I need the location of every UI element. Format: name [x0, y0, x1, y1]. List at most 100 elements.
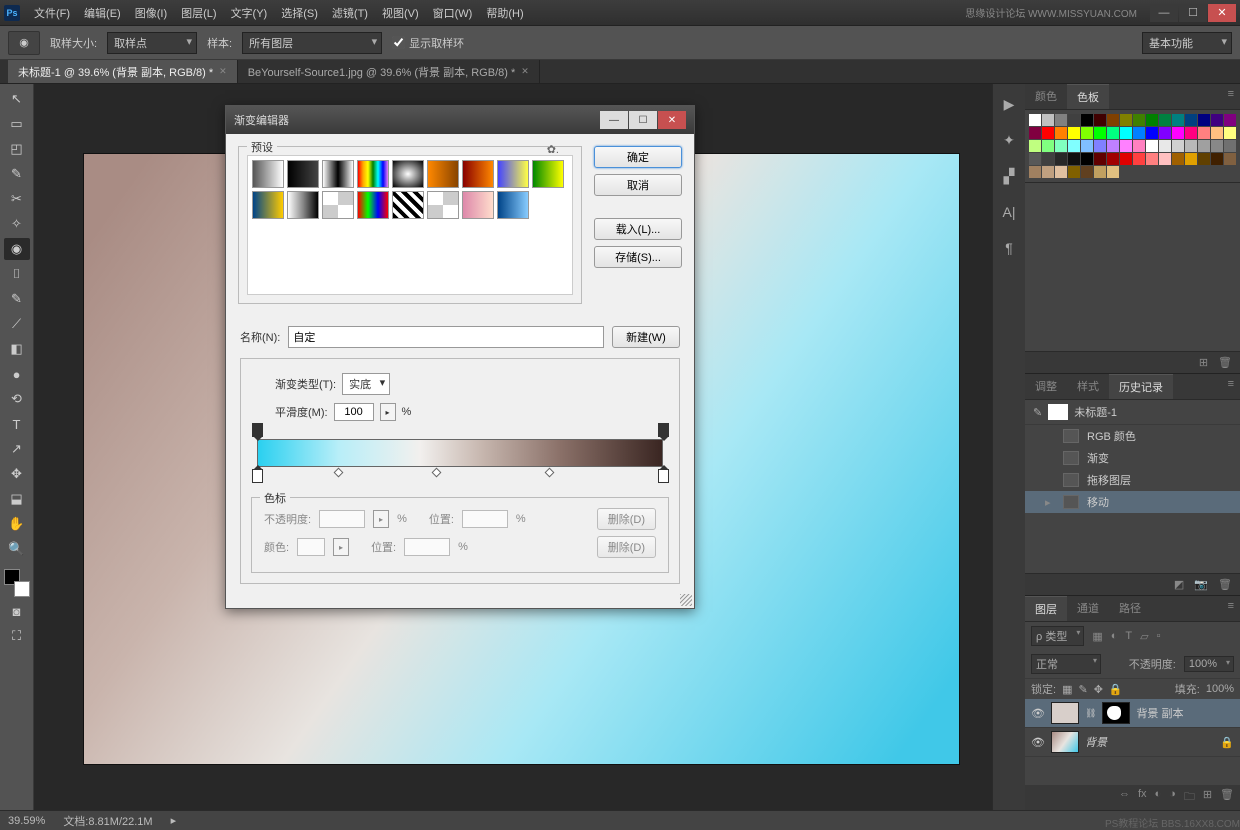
- layer-thumb[interactable]: [1051, 702, 1079, 724]
- close-tab-icon[interactable]: ✕: [219, 66, 227, 77]
- trash-icon[interactable]: 🗑: [1218, 356, 1232, 369]
- workspace-select[interactable]: 基本功能: [1142, 32, 1232, 54]
- trash-icon[interactable]: 🗑: [1218, 578, 1232, 591]
- gradient-preset[interactable]: [462, 191, 494, 219]
- gradient-preset[interactable]: [392, 160, 424, 188]
- tool-button[interactable]: ⌷: [4, 263, 30, 285]
- minimize-button[interactable]: —: [1150, 4, 1178, 22]
- gradient-preset[interactable]: [497, 160, 529, 188]
- doc-size[interactable]: 文档:8.81M/22.1M: [63, 813, 152, 829]
- swatch[interactable]: [1081, 140, 1093, 152]
- swatch[interactable]: [1146, 114, 1158, 126]
- snapshot-icon[interactable]: ◩: [1174, 578, 1184, 591]
- group-icon[interactable]: 🗀: [1184, 788, 1195, 807]
- midpoint-stop[interactable]: [431, 468, 441, 478]
- name-input[interactable]: [288, 326, 604, 348]
- dialog-close-button[interactable]: ✕: [658, 111, 686, 129]
- new-icon[interactable]: ⊞: [1199, 356, 1208, 369]
- swatch[interactable]: [1042, 166, 1054, 178]
- tool-button[interactable]: ✋: [4, 513, 30, 535]
- swatch[interactable]: [1146, 127, 1158, 139]
- smooth-arrow-button[interactable]: ▸: [380, 403, 396, 421]
- type-select[interactable]: 实底: [342, 373, 390, 395]
- swatch[interactable]: [1081, 127, 1093, 139]
- preset-grid[interactable]: [247, 155, 573, 295]
- menu-item[interactable]: 文件(F): [28, 1, 76, 25]
- history-item[interactable]: 拖移图层: [1025, 469, 1240, 491]
- menu-item[interactable]: 滤镜(T): [326, 1, 374, 25]
- swatch[interactable]: [1055, 153, 1067, 165]
- new-layer-icon[interactable]: ⊞: [1203, 788, 1212, 807]
- mask-icon[interactable]: ◐: [1155, 788, 1162, 807]
- histogram-icon[interactable]: ▞: [999, 168, 1019, 186]
- gradient-preset[interactable]: [252, 160, 284, 188]
- panel-menu-icon[interactable]: ≡: [1222, 84, 1240, 109]
- tool-button[interactable]: ●: [4, 363, 30, 385]
- adjustment-icon[interactable]: ◑: [1169, 788, 1176, 807]
- filter-pixel-icon[interactable]: ▦: [1092, 630, 1102, 643]
- tab-paths[interactable]: 路径: [1109, 596, 1151, 621]
- save-button[interactable]: 存储(S)...: [594, 246, 682, 268]
- swatch[interactable]: [1159, 114, 1171, 126]
- swatch[interactable]: [1159, 140, 1171, 152]
- trash-icon[interactable]: 🗑: [1220, 788, 1234, 807]
- swatch[interactable]: [1081, 153, 1093, 165]
- filter-adjust-icon[interactable]: ◐: [1111, 630, 1118, 642]
- gradient-preset[interactable]: [322, 191, 354, 219]
- dialog-minimize-button[interactable]: —: [600, 111, 628, 129]
- swatch[interactable]: [1094, 127, 1106, 139]
- tool-button[interactable]: ✂: [4, 188, 30, 210]
- fx-icon[interactable]: fx: [1138, 788, 1147, 807]
- swatch[interactable]: [1107, 127, 1119, 139]
- history-item[interactable]: 渐变: [1025, 447, 1240, 469]
- lock-trans-icon[interactable]: ▦: [1062, 683, 1072, 696]
- swatch[interactable]: [1159, 127, 1171, 139]
- swatch[interactable]: [1055, 140, 1067, 152]
- fg-bg-swatches[interactable]: [4, 569, 30, 597]
- swatch[interactable]: [1120, 153, 1132, 165]
- swatch[interactable]: [1211, 114, 1223, 126]
- play-icon[interactable]: ▶: [999, 96, 1019, 114]
- menu-item[interactable]: 文字(Y): [225, 1, 274, 25]
- tool-preset-icon[interactable]: ◉: [8, 31, 40, 55]
- gradient-preset[interactable]: [357, 160, 389, 188]
- swatch[interactable]: [1185, 153, 1197, 165]
- lock-pos-icon[interactable]: ✥: [1094, 683, 1103, 696]
- tab-layers[interactable]: 图层: [1025, 596, 1067, 621]
- panel-menu-icon[interactable]: ≡: [1222, 596, 1240, 621]
- swatch[interactable]: [1146, 140, 1158, 152]
- tool-button[interactable]: ◧: [4, 338, 30, 360]
- history-item[interactable]: ▸移动: [1025, 491, 1240, 513]
- swatch[interactable]: [1185, 127, 1197, 139]
- presets-gear-icon[interactable]: ✿.: [547, 143, 559, 156]
- paragraph-icon[interactable]: ¶: [999, 240, 1019, 258]
- swatch[interactable]: [1198, 114, 1210, 126]
- swatch[interactable]: [1211, 140, 1223, 152]
- tool-button[interactable]: ✎: [4, 288, 30, 310]
- swatch[interactable]: [1198, 127, 1210, 139]
- history-document[interactable]: ✎ 未标题-1: [1025, 400, 1240, 425]
- swatch[interactable]: [1094, 114, 1106, 126]
- gradient-preset[interactable]: [532, 160, 564, 188]
- menu-item[interactable]: 编辑(E): [78, 1, 127, 25]
- swatch[interactable]: [1120, 127, 1132, 139]
- swatch[interactable]: [1211, 153, 1223, 165]
- swatch[interactable]: [1133, 114, 1145, 126]
- gradient-preset[interactable]: [357, 191, 389, 219]
- visibility-icon[interactable]: 👁: [1031, 707, 1045, 720]
- link-icon[interactable]: ⇔: [1119, 788, 1130, 807]
- gradient-preset[interactable]: [252, 191, 284, 219]
- swatch[interactable]: [1055, 127, 1067, 139]
- menu-item[interactable]: 图层(L): [175, 1, 222, 25]
- swatch[interactable]: [1081, 114, 1093, 126]
- cancel-button[interactable]: 取消: [594, 174, 682, 196]
- tab-swatches[interactable]: 色板: [1067, 84, 1109, 109]
- swatch[interactable]: [1107, 166, 1119, 178]
- swatch[interactable]: [1068, 153, 1080, 165]
- gradient-preset[interactable]: [462, 160, 494, 188]
- lock-pixels-icon[interactable]: ✎: [1078, 683, 1087, 696]
- swatch[interactable]: [1068, 114, 1080, 126]
- tool-button[interactable]: ✧: [4, 213, 30, 235]
- filter-kind-select[interactable]: ρ 类型: [1031, 626, 1084, 646]
- layer-row[interactable]: 👁背景🔒: [1025, 728, 1240, 757]
